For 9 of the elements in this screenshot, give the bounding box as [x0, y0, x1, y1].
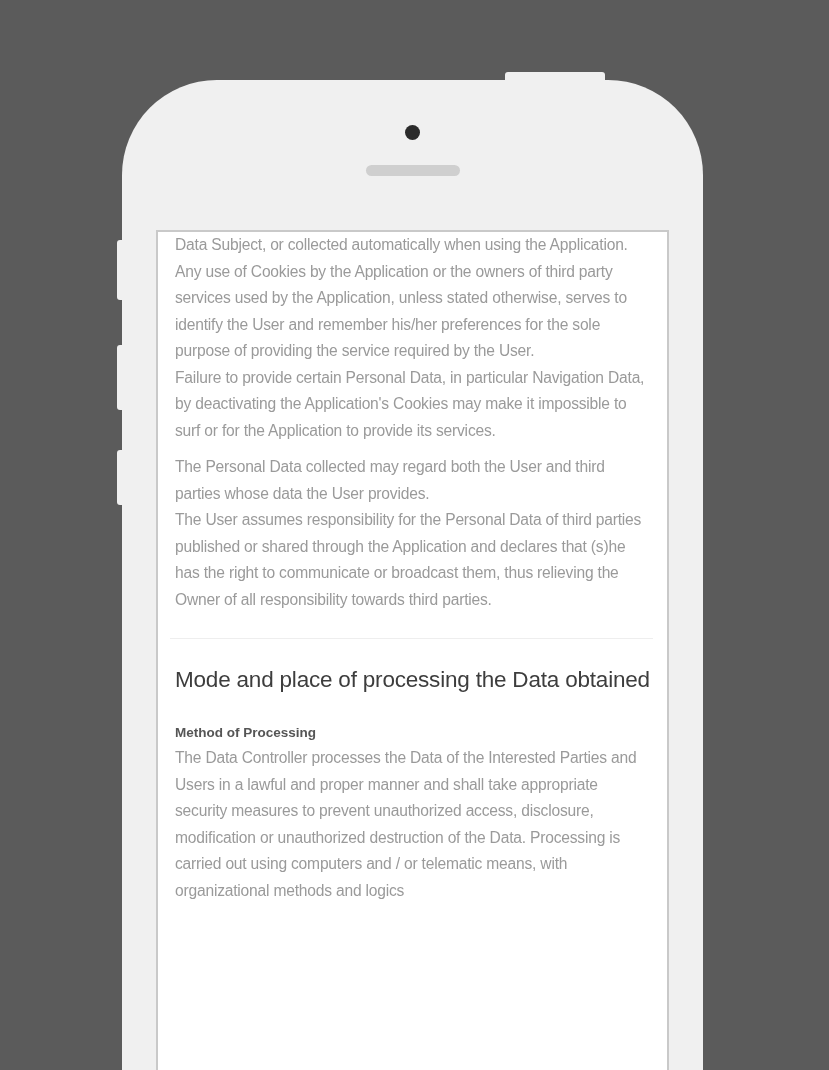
policy-paragraph: The Data Controller processes the Data of the Interested Parties and Users in a lawful and proper manner and shall take appropriate security measures to prevent unauthorized access, disclosure, modification or unauthorized destruction of the Data. Processing is carried out using computers and / or telematic means, with organizational methods and logics — [175, 748, 638, 901]
camera-icon — [405, 125, 420, 140]
subsection-heading: Method of Processing — [175, 724, 317, 742]
policy-paragraph: Failure to provide certain Personal Data, in particular Navigation Data, by deactivating the Application's Cookies may make it impossible to surf or for the Application to provide its services. — [175, 367, 646, 441]
policy-paragraph: Any use of Cookies by the Application or the owners of third party services used by the Application, unless stated otherwise, serves to identify the User and remember his/her preferences for the sole purpose of providing the service required by the User. — [175, 261, 628, 361]
policy-paragraph: The Personal Data collected may regard both the User and third parties whose data the User provides. — [175, 457, 606, 504]
policy-paragraph: The User assumes responsibility for the Personal Data of third parties published or shared through the Application and declares that (s)he has the right to communicate or broadcast them, thus relieving the Owner of all responsibility towards third parties. — [175, 510, 643, 610]
policy-paragraph: Data Subject, or collected automatically when using the Application. — [175, 235, 629, 255]
section-heading: Mode and place of processing the Data obtained — [175, 666, 651, 694]
